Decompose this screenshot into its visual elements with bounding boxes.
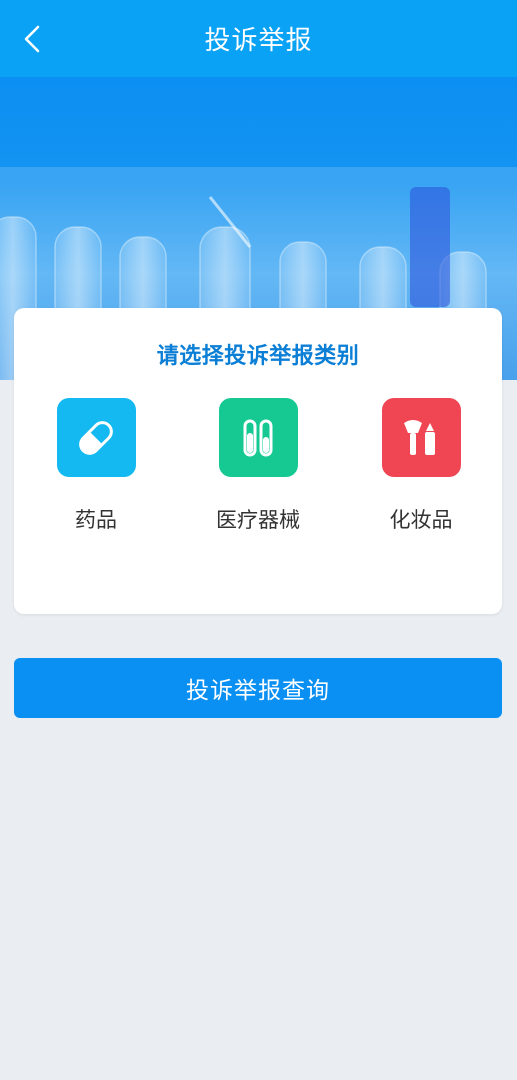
test-tubes-icon <box>218 398 298 477</box>
category-cosmetics[interactable]: 化妆品 <box>361 398 481 538</box>
chevron-left-icon <box>24 25 40 53</box>
back-button[interactable] <box>22 20 62 58</box>
page-title: 投诉举报 <box>204 26 313 56</box>
category-drugs[interactable]: 药品 <box>36 398 156 538</box>
category-card: 请选择投诉举报类别 药品 医疗器械 化妆品 <box>14 308 502 614</box>
cosmetics-icon <box>381 398 461 477</box>
pill-icon <box>56 398 136 477</box>
card-title: 请选择投诉举报类别 <box>156 344 360 369</box>
category-label: 医疗器械 <box>216 508 300 532</box>
top-bar: 投诉举报 <box>0 0 517 77</box>
category-label: 化妆品 <box>389 508 453 532</box>
category-label: 药品 <box>75 508 117 532</box>
complaint-query-button[interactable]: 投诉举报查询 <box>14 658 502 718</box>
category-medical-devices[interactable]: 医疗器械 <box>198 398 318 538</box>
